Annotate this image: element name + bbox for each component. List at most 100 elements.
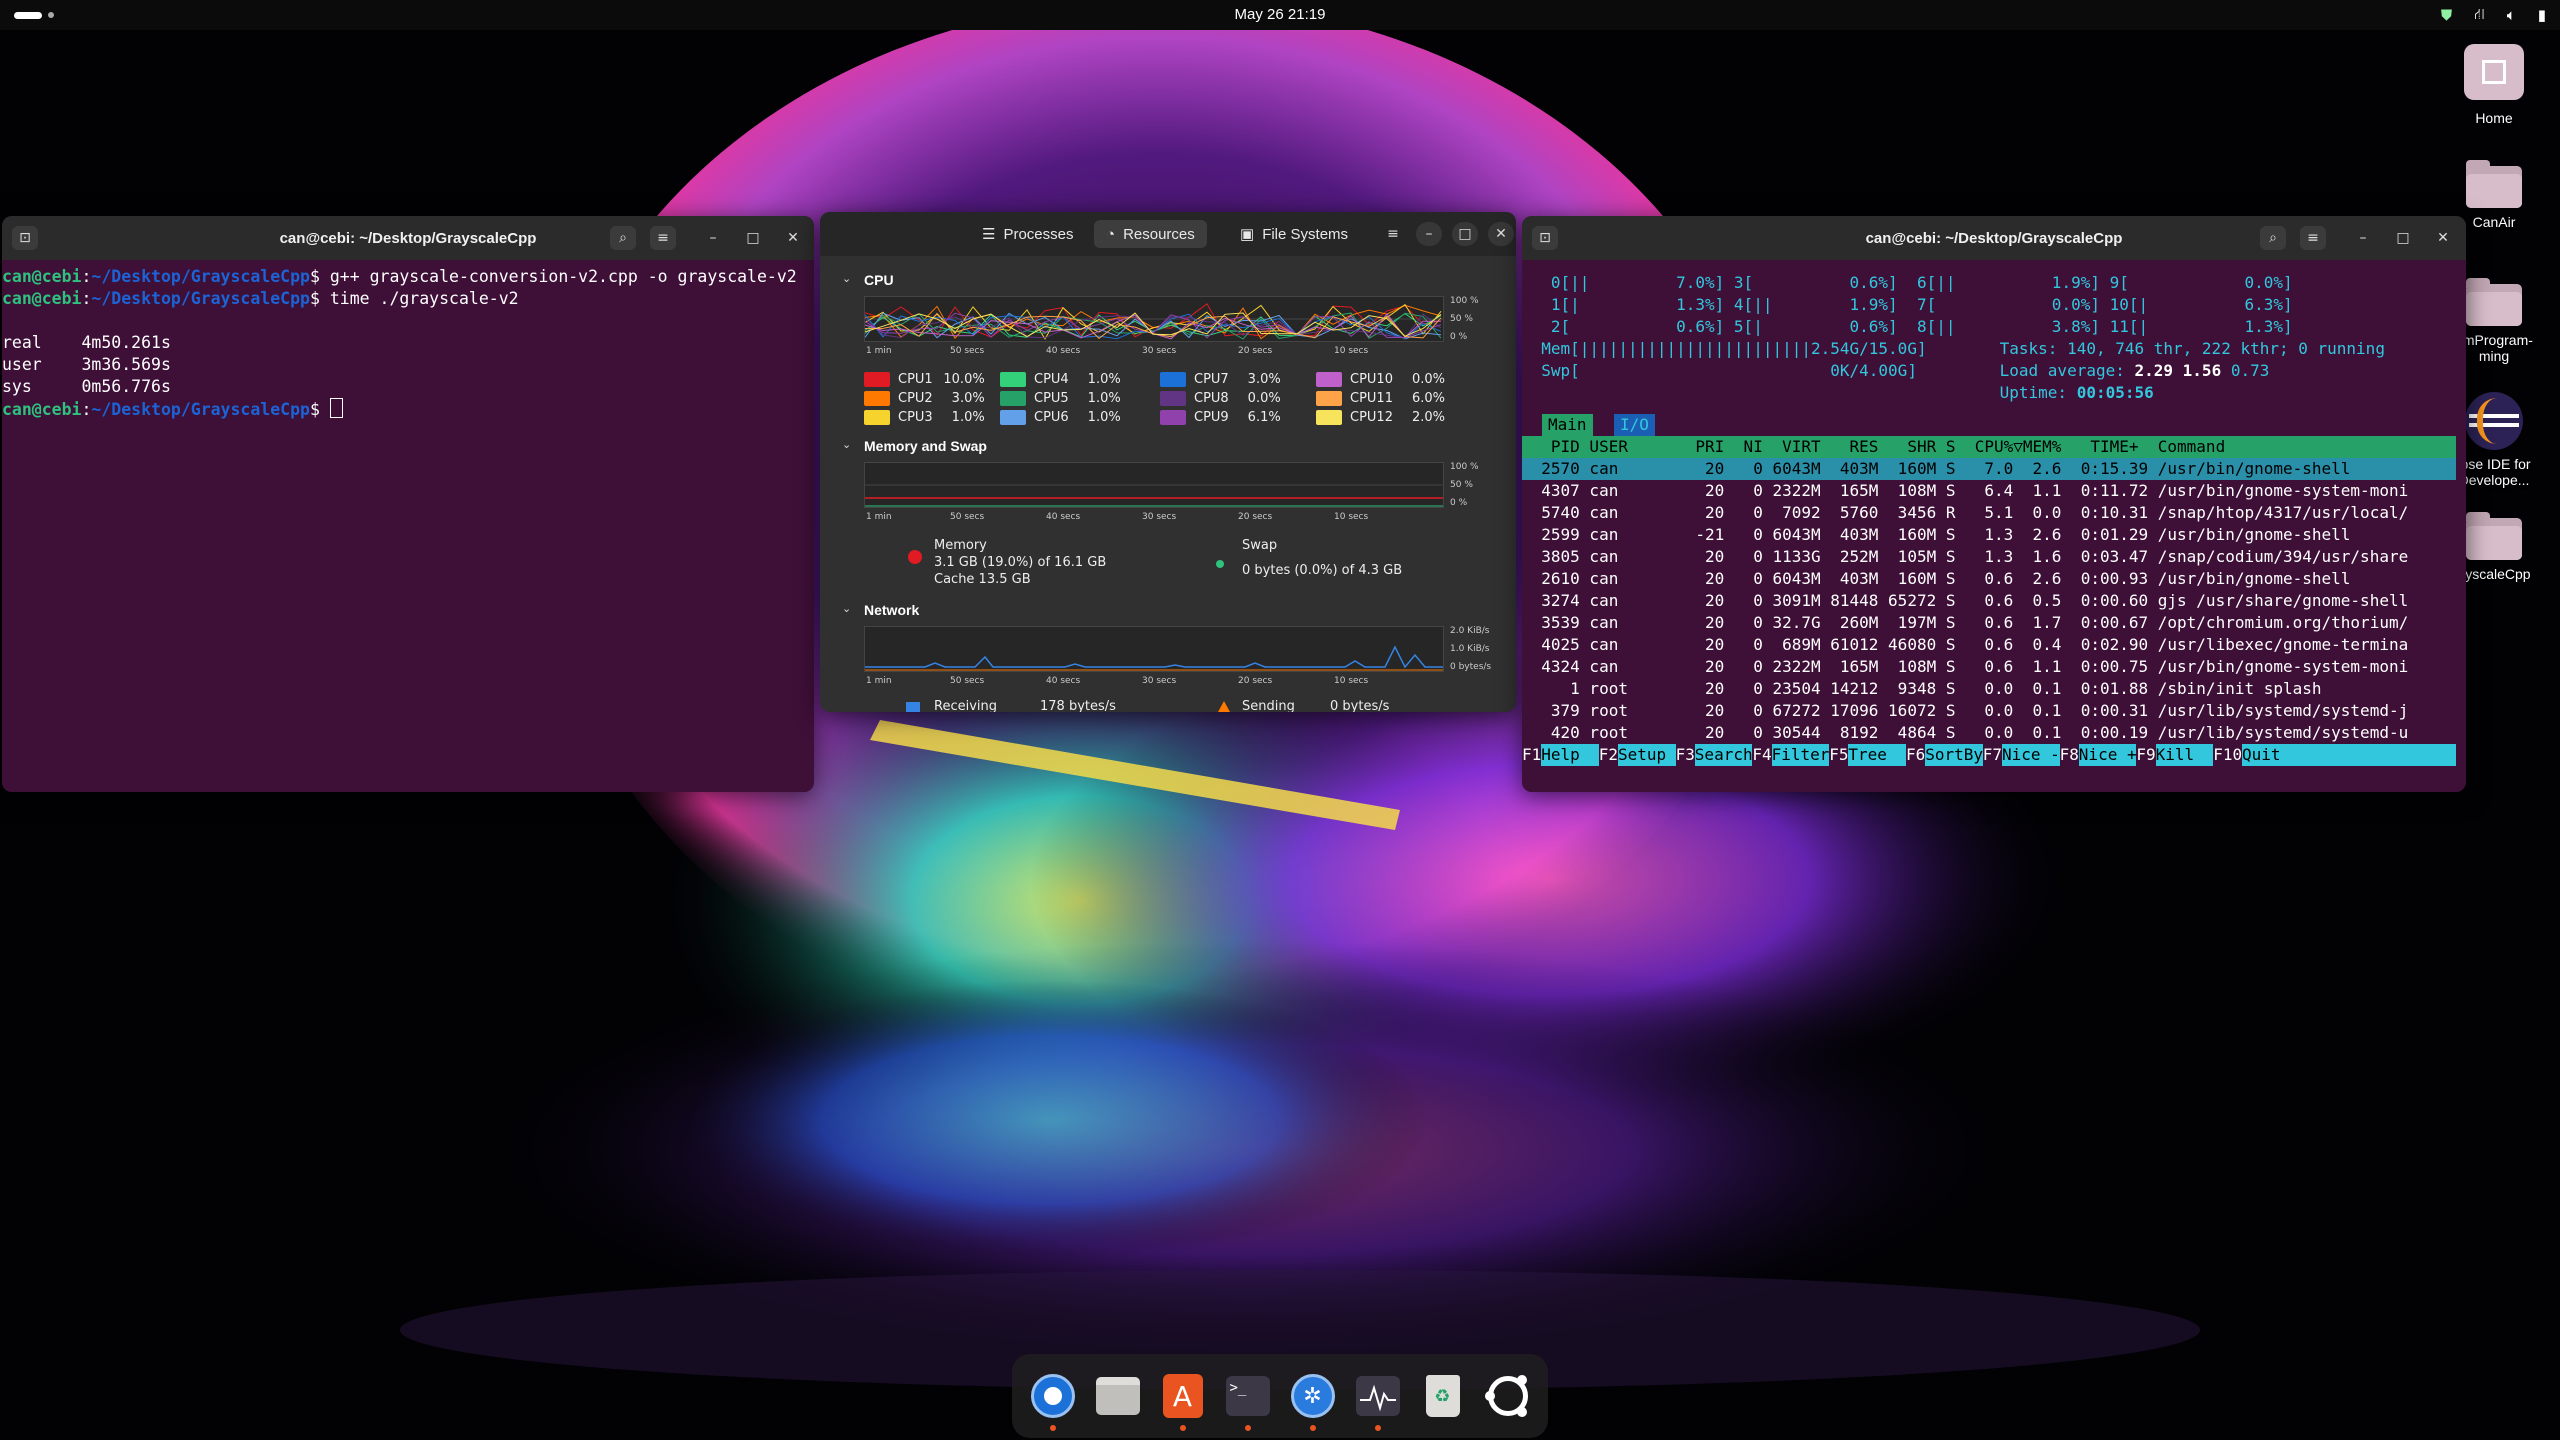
cpu-section-title[interactable]: CPU <box>864 272 894 288</box>
codium-icon[interactable]: ✲ <box>1288 1371 1338 1431</box>
cpu-color-swatch[interactable] <box>1000 391 1026 406</box>
ubuntu-icon[interactable] <box>1483 1371 1533 1421</box>
fkey-f7[interactable]: F7 <box>1982 744 2003 766</box>
cpu-color-swatch[interactable] <box>1160 410 1186 425</box>
cpu-legend-item[interactable]: CPU3 1.0% <box>864 410 985 425</box>
close-icon[interactable]: ✕ <box>1488 222 1514 246</box>
fkey-f2[interactable]: F2 <box>1598 744 1619 766</box>
new-tab-icon[interactable]: ⊡ <box>12 226 38 250</box>
cpu-legend-item[interactable]: CPU1 10.0% <box>864 372 985 387</box>
maximize-icon[interactable]: □ <box>1452 222 1478 246</box>
htop-function-keys[interactable]: F1 Help F2 Setup F3 Search F4 Filter F5 Tree F6… <box>1522 744 2456 766</box>
search-icon[interactable]: ⌕ <box>610 226 636 250</box>
memory-section-title[interactable]: Memory and Swap <box>864 438 987 454</box>
terminal-window-htop[interactable]: ⊡ can@cebi: ~/Desktop/GrayscaleCpp ⌕ ≡ –… <box>1522 216 2466 792</box>
volume-icon[interactable]: 🔈︎ <box>2507 6 2516 24</box>
fkey-f4[interactable]: F4 <box>1752 744 1772 766</box>
search-icon[interactable]: ⌕ <box>2260 226 2286 250</box>
cpu-color-swatch[interactable] <box>1316 372 1342 387</box>
maximize-icon[interactable]: □ <box>740 226 766 250</box>
close-icon[interactable]: ✕ <box>2430 226 2456 250</box>
htop-process-row[interactable]: 2599 can -21 0 6043M 403M 160M S 1.3 2.6… <box>1522 524 2456 546</box>
cpu-color-swatch[interactable] <box>864 410 890 425</box>
htop-process-row[interactable]: 4324 can 20 0 2322M 165M 108M S 0.6 1.1 … <box>1522 656 2456 678</box>
htop-process-row[interactable]: 420 root 20 0 30544 8192 4864 S 0.0 0.1 … <box>1522 722 2456 744</box>
cpu-legend-item[interactable]: CPU5 1.0% <box>1000 391 1121 406</box>
fkey-f8[interactable]: F8 <box>2059 744 2079 766</box>
new-tab-icon[interactable]: ⊡ <box>1532 226 1558 250</box>
cpu-color-swatch[interactable] <box>1000 410 1026 425</box>
tab-processes[interactable]: ☰ Processes <box>970 220 1085 248</box>
fkey-f6[interactable]: F6 <box>1906 744 1926 766</box>
terminal-window-compile[interactable]: ⊡ can@cebi: ~/Desktop/GrayscaleCpp ⌕ ≡ –… <box>2 216 814 792</box>
cpu-legend-item[interactable]: CPU4 1.0% <box>1000 372 1121 387</box>
clock[interactable]: May 26 21:19 <box>0 6 2560 23</box>
fkey-f9[interactable]: F9 <box>2136 744 2156 766</box>
minimize-icon[interactable]: – <box>1416 222 1442 246</box>
network-section-title[interactable]: Network <box>864 602 919 618</box>
terminal-icon[interactable]: >_ <box>1223 1371 1273 1431</box>
htop-process-row[interactable]: 379 root 20 0 67272 17096 16072 S 0.0 0.… <box>1522 700 2456 722</box>
cpu-legend-item[interactable]: CPU12 2.0% <box>1316 410 1445 425</box>
minimize-icon[interactable]: – <box>2350 226 2376 250</box>
htop-process-row[interactable]: 5740 can 20 0 7092 5760 3456 R 5.1 0.0 0… <box>1522 502 2456 524</box>
tab-io[interactable]: I/O <box>1614 414 1655 436</box>
app-center-icon[interactable]: A <box>1158 1371 1208 1431</box>
htop-process-row[interactable]: 3539 can 20 0 32.7G 260M 197M S 0.6 1.7 … <box>1522 612 2456 634</box>
trash-icon[interactable]: ♻ <box>1418 1371 1468 1421</box>
sysmon-header-bar[interactable]: ☰ Processes ◔ Resources ▣ File Systems ≡ – … <box>820 212 1516 256</box>
htop-process-row[interactable]: 3805 can 20 0 1133G 252M 105M S 1.3 1.6 … <box>1522 546 2456 568</box>
cpu-color-swatch[interactable] <box>1160 391 1186 406</box>
htop-column-header[interactable]: PID USER PRI NI VIRT RES SHR S CPU%▽MEM%… <box>1522 436 2456 458</box>
fkey-f1[interactable]: F1 <box>1522 744 1542 766</box>
shield-icon[interactable]: ⛊ <box>2441 6 2452 24</box>
cpu-legend-item[interactable]: CPU2 3.0% <box>864 391 985 406</box>
cpu-legend-item[interactable]: CPU10 0.0% <box>1316 372 1445 387</box>
cpu-color-swatch[interactable] <box>1000 372 1026 387</box>
cpu-legend-item[interactable]: CPU8 0.0% <box>1160 391 1281 406</box>
cpu-legend-item[interactable]: CPU7 3.0% <box>1160 372 1281 387</box>
close-icon[interactable]: ✕ <box>780 226 806 250</box>
terminal-output[interactable]: can@cebi:~/Desktop/GrayscaleCpp$ g++ gra… <box>2 260 814 792</box>
htop-process-row[interactable]: 3274 can 20 0 3091M 81448 65272 S 0.6 0.… <box>1522 590 2456 612</box>
cpu-legend-item[interactable]: CPU11 6.0% <box>1316 391 1445 406</box>
cpu-legend-item[interactable]: CPU6 1.0% <box>1000 410 1121 425</box>
network-icon[interactable]: ⛙ <box>2474 5 2485 25</box>
cpu-color-swatch[interactable] <box>1316 391 1342 406</box>
fkey-f3[interactable]: F3 <box>1675 744 1695 766</box>
htop-process-row[interactable]: 1 root 20 0 23504 14212 9348 S 0.0 0.1 0… <box>1522 678 2456 700</box>
menu-icon[interactable]: ≡ <box>650 226 676 250</box>
chromium-icon[interactable] <box>1028 1371 1078 1431</box>
minimize-icon[interactable]: – <box>700 226 726 250</box>
tab-resources[interactable]: ◔ Resources <box>1094 220 1207 248</box>
fkey-f10[interactable]: F10 <box>2213 744 2243 766</box>
fkey-f5[interactable]: F5 <box>1829 744 1849 766</box>
cpu-legend-item[interactable]: CPU9 6.1% <box>1160 410 1281 425</box>
tab-file-systems[interactable]: ▣ File Systems <box>1228 220 1360 248</box>
menu-icon[interactable]: ≡ <box>2300 226 2326 250</box>
cpu-color-swatch[interactable] <box>1160 372 1186 387</box>
terminal-header-bar[interactable]: ⊡ can@cebi: ~/Desktop/GrayscaleCpp ⌕ ≡ –… <box>1522 216 2466 260</box>
files-icon[interactable] <box>1093 1371 1143 1421</box>
htop-process-row[interactable]: 4025 can 20 0 689M 61012 46080 S 0.6 0.4… <box>1522 634 2456 656</box>
cpu-color-swatch[interactable] <box>1316 410 1342 425</box>
system-monitor-window[interactable]: ☰ Processes ◔ Resources ▣ File Systems ≡ – … <box>820 212 1516 712</box>
network-chevron-icon[interactable]: ⌄ <box>842 602 851 615</box>
cpu-color-swatch[interactable] <box>864 391 890 406</box>
menu-icon[interactable]: ≡ <box>1380 222 1406 246</box>
tab-main[interactable]: Main <box>1542 414 1593 436</box>
htop-process-row[interactable]: 4307 can 20 0 2322M 165M 108M S 6.4 1.1 … <box>1522 480 2456 502</box>
memory-chevron-icon[interactable]: ⌄ <box>842 438 851 451</box>
maximize-icon[interactable]: □ <box>2390 226 2416 250</box>
htop-process-row[interactable]: 2570 can 20 0 6043M 403M 160M S 7.0 2.6 … <box>1522 458 2456 480</box>
system-tray[interactable]: ⛊ ⛙ 🔈︎ ▮ <box>2441 5 2546 25</box>
cpu-color-swatch[interactable] <box>864 372 890 387</box>
htop-process-row[interactable]: 2610 can 20 0 6043M 403M 160M S 0.6 2.6 … <box>1522 568 2456 590</box>
desktop-icon-home[interactable]: Home <box>2444 44 2544 126</box>
terminal-header-bar[interactable]: ⊡ can@cebi: ~/Desktop/GrayscaleCpp ⌕ ≡ –… <box>2 216 814 260</box>
cpu-chevron-icon[interactable]: ⌄ <box>842 272 851 285</box>
system-monitor-icon[interactable] <box>1353 1371 1403 1431</box>
htop-output[interactable]: 0[|| 7.0%] 3[ 0.6%] 6[|| 1.9%] 9[ 0.0%] … <box>1522 260 2466 792</box>
battery-icon[interactable]: ▮ <box>2538 6 2546 24</box>
